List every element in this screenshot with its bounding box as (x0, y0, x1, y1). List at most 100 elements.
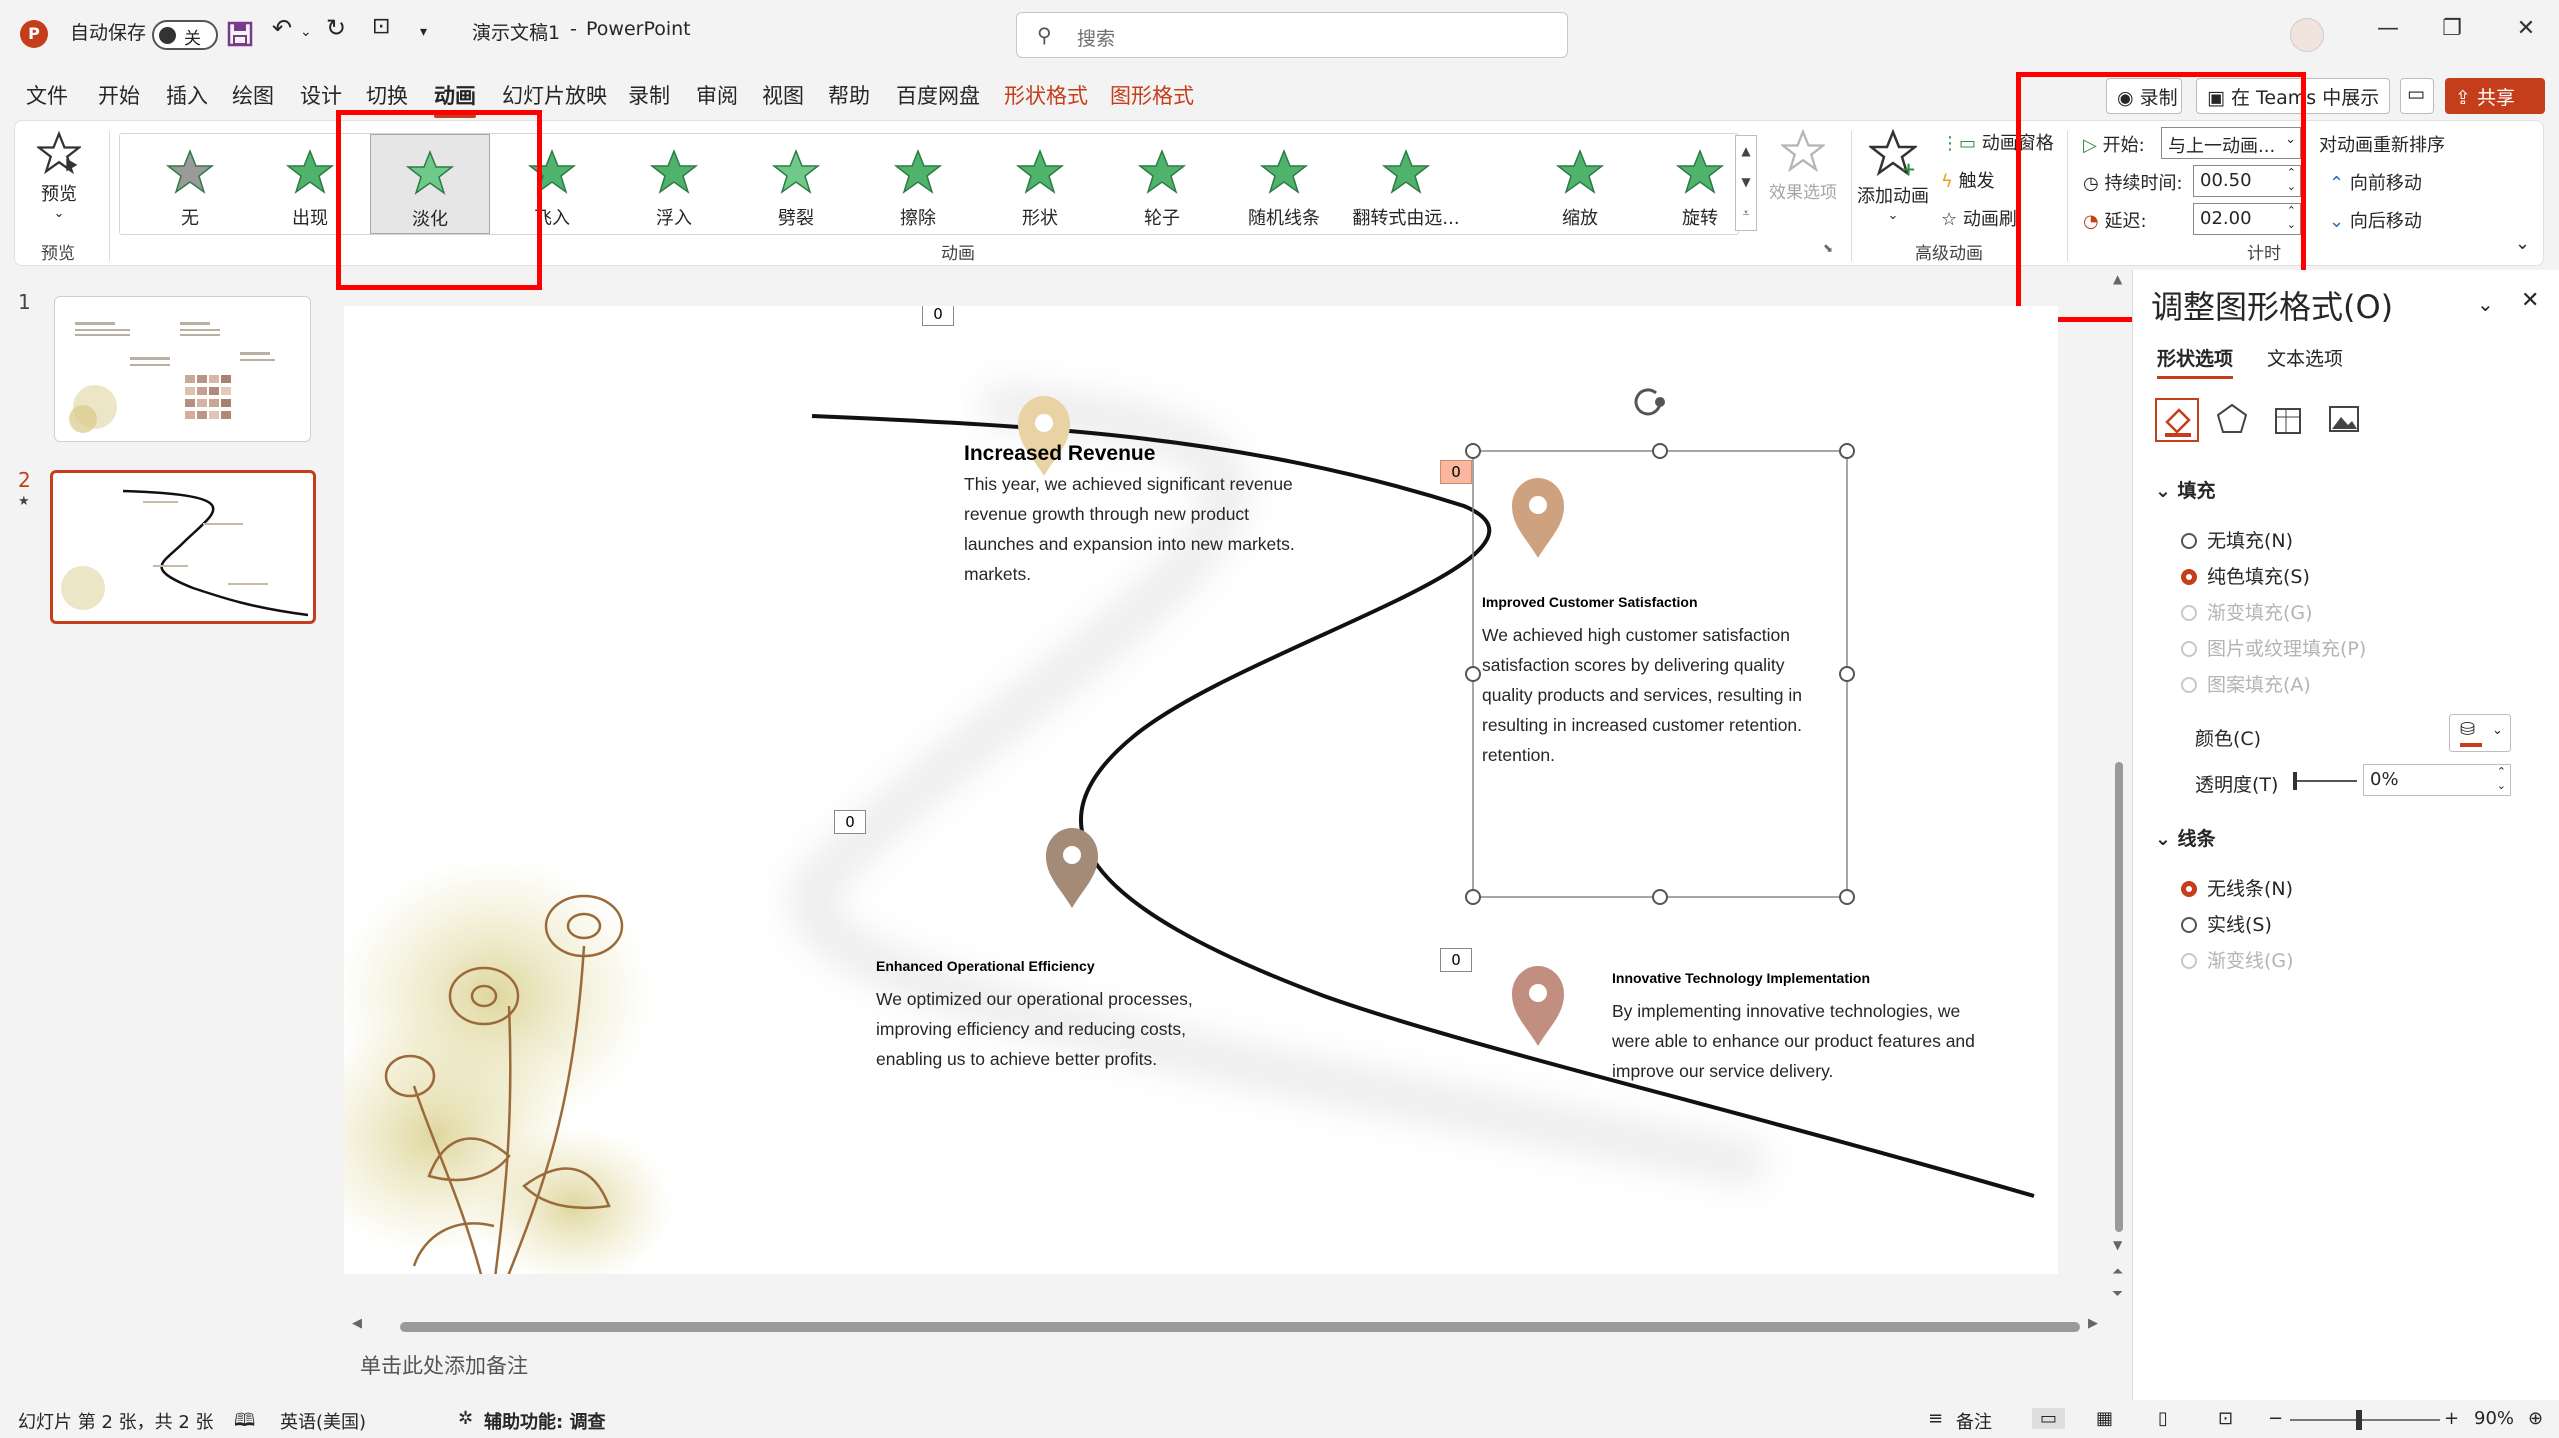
animation-option[interactable]: 缩放 (1520, 134, 1640, 234)
animation-option[interactable]: 擦除 (858, 134, 978, 234)
zoom-slider-thumb[interactable] (2356, 1410, 2362, 1430)
resize-handle[interactable] (1465, 443, 1481, 459)
move-later-button[interactable]: ⌄ 向后移动 (2329, 207, 2422, 233)
zoom-slider[interactable] (2290, 1410, 2440, 1430)
tab-help[interactable]: 帮助 (828, 80, 870, 110)
fit-to-window-icon[interactable]: ⊕ (2528, 1408, 2543, 1429)
slide-thumbnail-1[interactable] (54, 296, 311, 442)
tab-home[interactable]: 开始 (98, 80, 140, 110)
comments-button[interactable]: ▭ (2400, 78, 2434, 114)
animation-painter-button[interactable]: ☆ 动画刷 (1941, 205, 2017, 231)
undo-dropdown-icon[interactable]: ⌄ (300, 24, 312, 40)
share-button[interactable]: ⇪ 共享 (2445, 78, 2545, 114)
slide-thumbnail-2[interactable] (50, 470, 316, 624)
radio-no-line[interactable]: 无线条(N) (2181, 874, 2293, 901)
scroll-up-icon[interactable]: ▲ (2113, 272, 2122, 286)
tab-text-options[interactable]: 文本选项 (2267, 344, 2343, 371)
gallery-scroll[interactable]: ▲ ▼ ⩡ (1735, 135, 1757, 231)
vertical-scrollbar[interactable]: ▲ ▼ ⏶ ⏷ (2108, 272, 2130, 1312)
pane-close-icon[interactable]: ✕ (2521, 288, 2539, 313)
tab-transitions[interactable]: 切换 (366, 80, 408, 110)
gallery-up-icon[interactable]: ▲ (1736, 136, 1756, 167)
user-avatar[interactable] (2290, 18, 2324, 52)
notes-area[interactable]: 单击此处添加备注 (344, 1344, 2084, 1400)
minimize-icon[interactable]: — (2368, 16, 2408, 41)
tab-shape-format[interactable]: 形状格式 (1004, 80, 1088, 110)
line-section-header[interactable]: ⌄ 线条 (2155, 824, 2216, 851)
normal-view-icon[interactable]: ▭ (2032, 1408, 2066, 1429)
gallery-more-icon[interactable]: ⩡ (1736, 198, 1756, 229)
animation-order-tag[interactable]: 0 (922, 306, 954, 326)
animation-order-tag[interactable]: 0 (834, 810, 866, 834)
fill-line-icon[interactable] (2155, 398, 2199, 442)
autosave-toggle[interactable]: 关 (152, 20, 218, 50)
scrollbar-thumb[interactable] (2115, 762, 2123, 1232)
transparency-input[interactable]: 0% ⌃ ⌄ (2363, 764, 2511, 796)
spelling-check-icon[interactable]: 🕮 (234, 1408, 255, 1438)
tab-view[interactable]: 视图 (762, 80, 804, 110)
slider-thumb[interactable] (2293, 772, 2297, 790)
tab-slideshow[interactable]: 幻灯片放映 (502, 80, 607, 110)
slideshow-icon[interactable]: ⊡ (2218, 1408, 2233, 1429)
tab-insert[interactable]: 插入 (166, 80, 208, 110)
animation-dialog-launcher-icon[interactable]: ⬊ (1823, 241, 1833, 255)
search-box[interactable]: ⚲ 搜索 (1016, 12, 1568, 58)
trigger-button[interactable]: ϟ 触发 (1941, 167, 1995, 193)
scroll-left-icon[interactable]: ◀ (352, 1316, 362, 1331)
animation-option[interactable]: 翻转式由远... (1346, 134, 1466, 234)
tab-animations[interactable]: 动画 (434, 80, 476, 118)
preview-button[interactable]: 预览 ⌄ (29, 130, 89, 227)
picture-icon[interactable] (2323, 398, 2367, 442)
tab-design[interactable]: 设计 (300, 80, 342, 110)
tab-graphics-format[interactable]: 图形格式 (1110, 80, 1194, 110)
tab-record[interactable]: 录制 (628, 80, 670, 110)
collapse-ribbon-icon[interactable]: ⌄ (2515, 233, 2530, 254)
maximize-icon[interactable]: ❐ (2432, 16, 2472, 41)
tab-baidu-netdisk[interactable]: 百度网盘 (896, 80, 980, 110)
zoom-out-icon[interactable]: − (2268, 1408, 2283, 1429)
resize-handle[interactable] (1465, 666, 1481, 682)
effect-options-button[interactable]: 效果选项 (1763, 128, 1843, 203)
undo-icon[interactable]: ↶ (272, 14, 292, 42)
animation-order-tag[interactable]: 0 (1440, 460, 1472, 484)
size-properties-icon[interactable] (2267, 398, 2311, 442)
resize-handle[interactable] (1839, 889, 1855, 905)
notes-toggle[interactable]: 备注 (1956, 1408, 1992, 1434)
animation-order-tag[interactable]: 0 (1440, 948, 1472, 972)
spinner-arrows-icon[interactable]: ⌃ ⌄ (2497, 765, 2506, 793)
scrollbar-thumb[interactable] (400, 1322, 2080, 1332)
scroll-down-icon[interactable]: ▼ (2113, 1238, 2122, 1252)
horizontal-scrollbar[interactable]: ◀ ▶ (344, 1312, 2098, 1342)
fill-section-header[interactable]: ⌄ 填充 (2155, 476, 2216, 503)
move-earlier-button[interactable]: ⌃ 向前移动 (2329, 169, 2422, 195)
resize-handle[interactable] (1652, 889, 1668, 905)
tab-file[interactable]: 文件 (26, 80, 68, 110)
close-icon[interactable]: ✕ (2506, 16, 2546, 41)
reading-view-icon[interactable]: ▯ (2158, 1408, 2168, 1429)
transparency-slider[interactable] (2293, 772, 2357, 790)
radio-no-fill[interactable]: 无填充(N) (2181, 526, 2293, 553)
gallery-down-icon[interactable]: ▼ (1736, 167, 1756, 198)
redo-icon[interactable]: ↻ (326, 14, 346, 42)
present-icon[interactable]: ⊡ (372, 14, 390, 39)
resize-handle[interactable] (1652, 443, 1668, 459)
next-slide-icon[interactable]: ⏷ (2112, 1286, 2123, 1302)
color-picker-button[interactable]: ⛁ ⌄ (2449, 714, 2511, 752)
zoom-level[interactable]: 90% (2474, 1408, 2514, 1429)
radio-solid-fill[interactable]: 纯色填充(S) (2181, 562, 2310, 589)
resize-handle[interactable] (1839, 443, 1855, 459)
tab-shape-options[interactable]: 形状选项 (2157, 344, 2234, 379)
tab-draw[interactable]: 绘图 (232, 80, 274, 110)
tab-review[interactable]: 审阅 (696, 80, 738, 110)
slide-canvas[interactable]: 0 0 0 0 Increased Revenue This year, we … (344, 306, 2058, 1274)
radio-solid-line[interactable]: 实线(S) (2181, 910, 2272, 937)
save-icon[interactable] (226, 20, 254, 48)
accessibility-status[interactable]: 辅助功能: 调查 (484, 1408, 605, 1434)
slide-sorter-icon[interactable]: ▦ (2096, 1408, 2113, 1429)
animation-option[interactable]: 浮入 (614, 134, 734, 234)
animation-option[interactable]: 劈裂 (736, 134, 856, 234)
scroll-right-icon[interactable]: ▶ (2088, 1316, 2098, 1331)
effects-pentagon-icon[interactable] (2211, 398, 2255, 442)
animation-option[interactable]: 形状 (980, 134, 1100, 234)
zoom-in-icon[interactable]: + (2444, 1408, 2459, 1429)
